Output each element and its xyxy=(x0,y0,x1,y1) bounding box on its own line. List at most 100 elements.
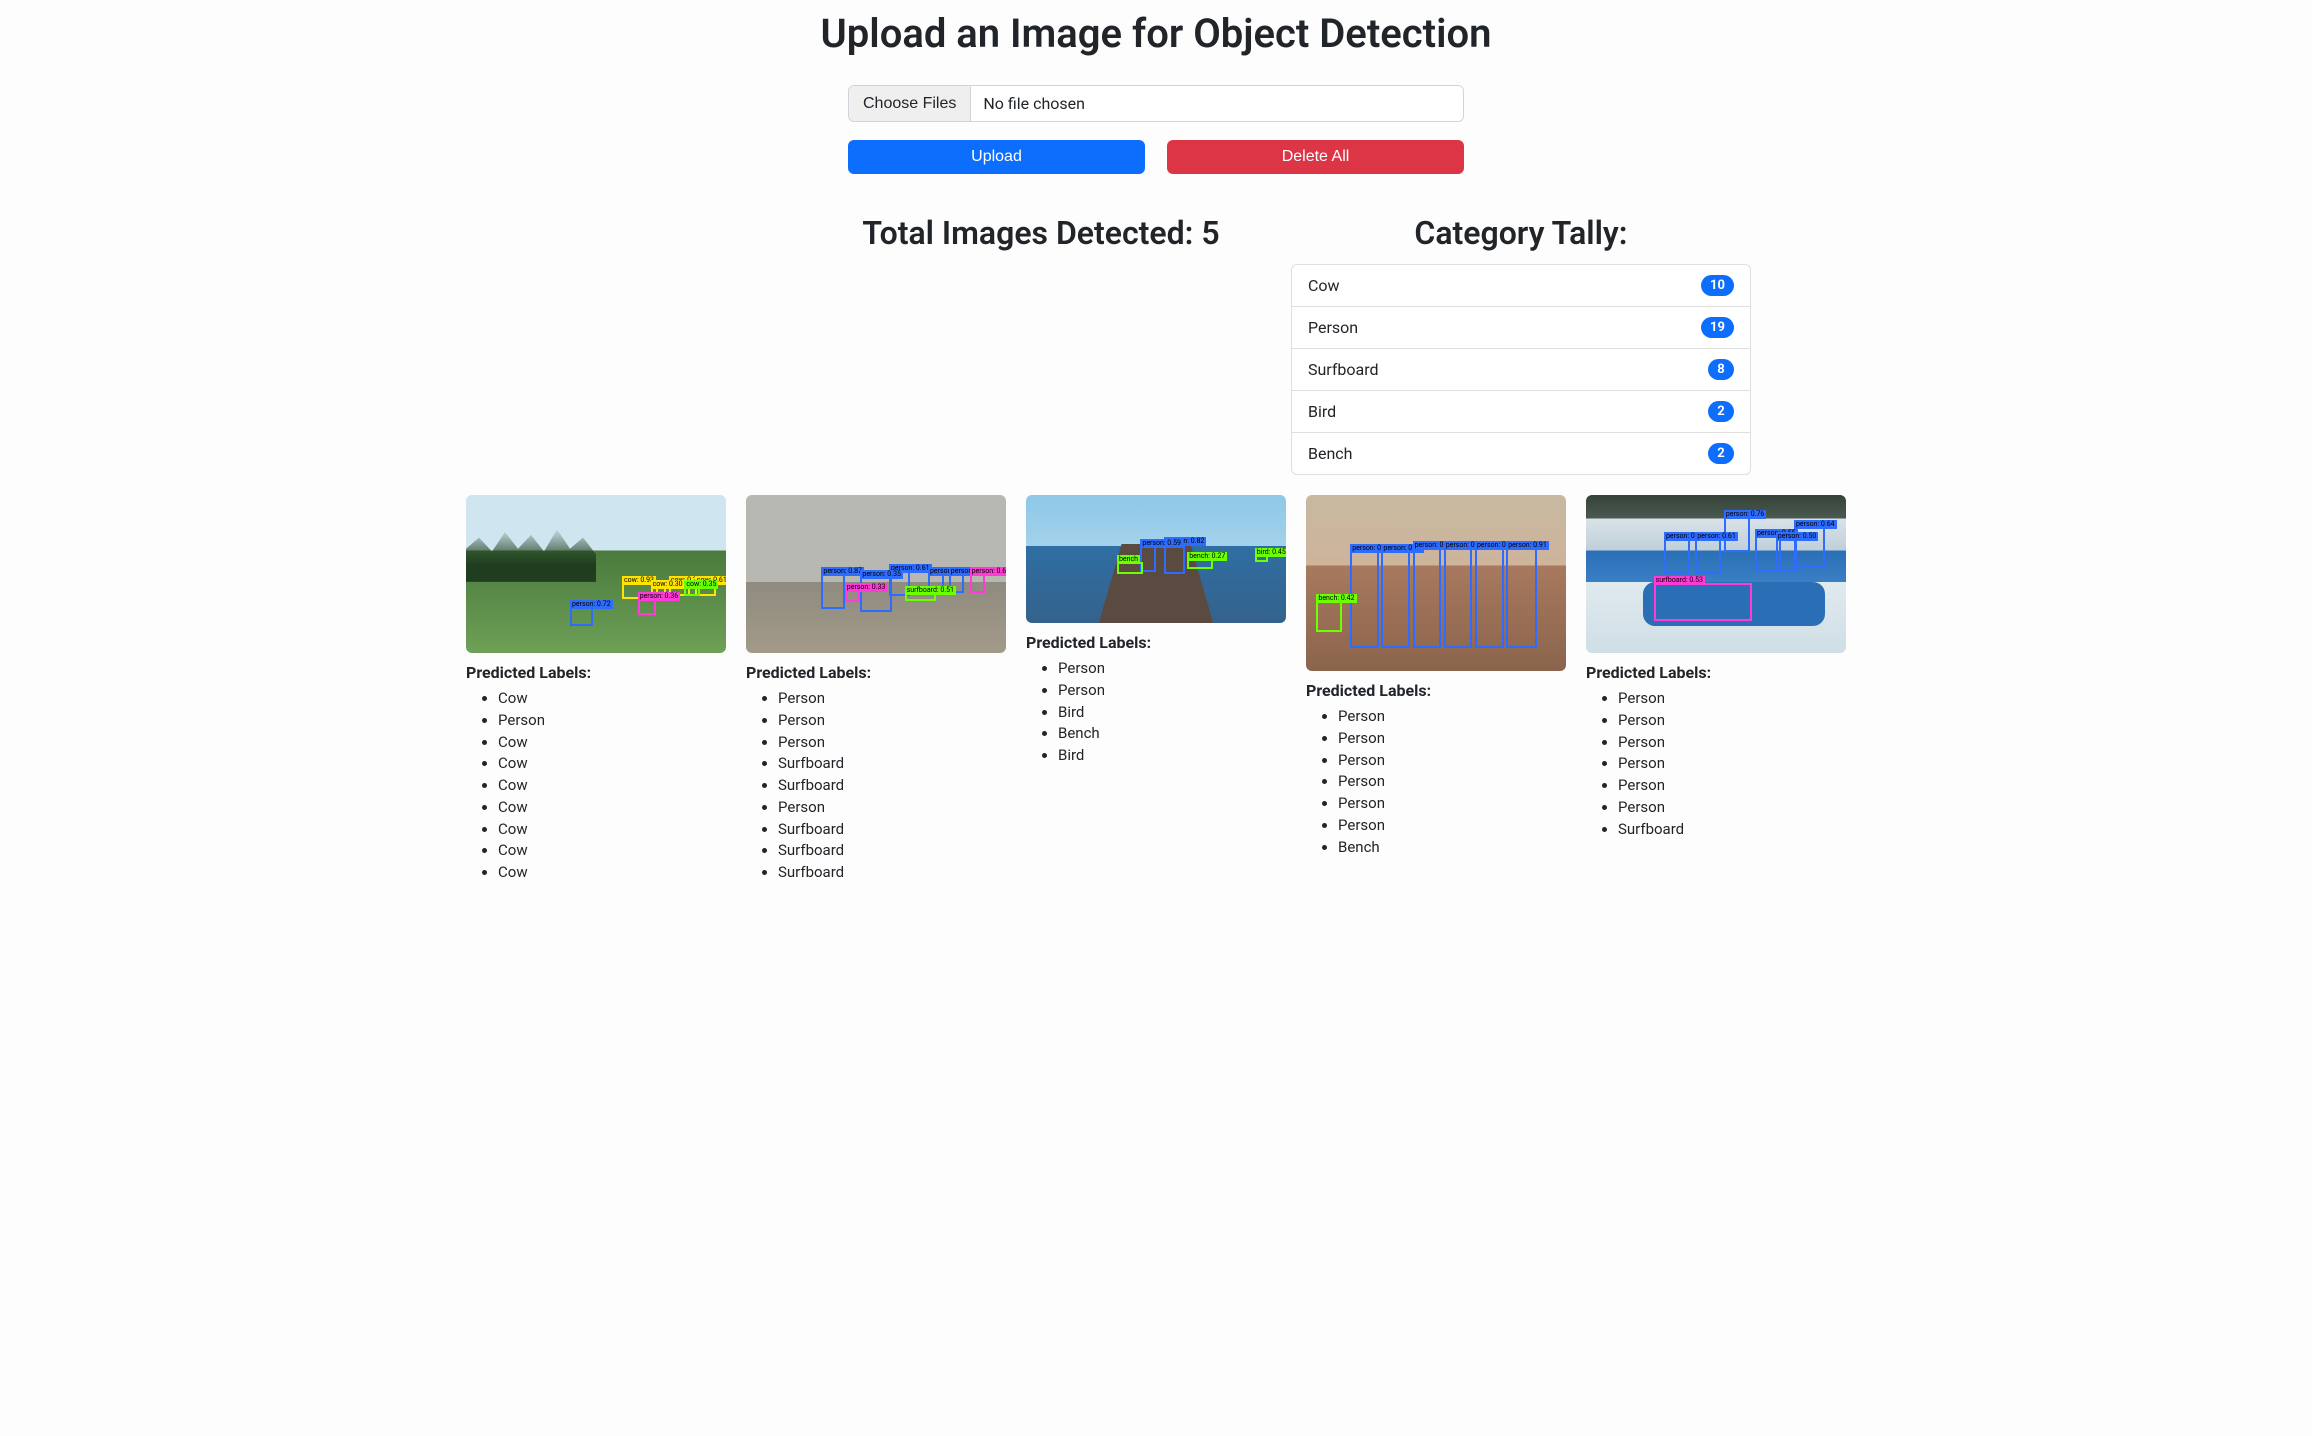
predicted-labels-list: CowPersonCowCowCowCowCowCowCow xyxy=(466,688,726,884)
tally-item-count: 8 xyxy=(1708,359,1734,380)
total-images-col: Total Images Detected: 5 xyxy=(811,214,1271,475)
result-card: person: 0.82person: 0.59 bird: 0.45 bench:… xyxy=(1026,495,1286,884)
tally-item-label: Person xyxy=(1308,318,1358,337)
detection-box: person: 0.61 xyxy=(1695,539,1721,574)
detection-box: bird: 0.45 xyxy=(1255,555,1268,561)
detection-box: person: 0.82 xyxy=(1381,551,1410,648)
detection-box: person: 0.85 xyxy=(1475,548,1504,648)
result-card: person: 0.84person: 0.82person: 0.89pers… xyxy=(1306,495,1566,884)
tally-item: Cow10 xyxy=(1292,265,1750,307)
predicted-labels-list: PersonPersonPersonPersonPersonPersonSurf… xyxy=(1586,688,1846,840)
detection-label: person: 0.61 xyxy=(1695,532,1738,541)
detection-label: person: 0.33 xyxy=(845,583,888,592)
detection-box: person: 0.82 xyxy=(1164,544,1185,575)
result-card-body: Predicted Labels:CowPersonCowCowCowCowCo… xyxy=(466,653,726,884)
predicted-labels-list: PersonPersonPersonSurfboardSurfboardPers… xyxy=(746,688,1006,884)
detection-label: person: 0.61 xyxy=(970,567,1006,576)
result-image: person: 0.87person: 0.61person: 0.35pers… xyxy=(746,495,1006,653)
detection-label: cow: 0.30 xyxy=(651,580,685,589)
choose-files-button[interactable]: Choose Files xyxy=(849,86,971,121)
detection-label: person: 0.59 xyxy=(1140,539,1183,548)
image-decor xyxy=(466,527,596,582)
detection-box: cow: 0.35 xyxy=(684,587,700,596)
predicted-label: Person xyxy=(1338,706,1566,728)
predicted-labels-heading: Predicted Labels: xyxy=(1586,663,1846,682)
detection-box: bench: 0.27 xyxy=(1187,559,1213,569)
result-card-body: Predicted Labels:PersonPersonPersonSurfb… xyxy=(746,653,1006,884)
detection-box: bench xyxy=(1117,562,1143,575)
category-tally-heading: Category Tally: xyxy=(1291,214,1751,252)
tally-item: Person 19 xyxy=(1292,307,1750,349)
predicted-label: Cow xyxy=(498,775,726,797)
detection-box: person: 0.61 xyxy=(970,574,986,593)
predicted-labels-heading: Predicted Labels: xyxy=(746,663,1006,682)
result-card-body: Predicted Labels: PersonPersonBirdBenchBi… xyxy=(1026,623,1286,767)
tally-item-count: 10 xyxy=(1701,275,1734,296)
predicted-label: Person xyxy=(498,710,726,732)
predicted-labels-list: PersonPersonBirdBenchBird xyxy=(1026,658,1286,767)
tally-item: Bird2 xyxy=(1292,391,1750,433)
predicted-label: Person xyxy=(1618,732,1846,754)
predicted-label: Person xyxy=(778,688,1006,710)
predicted-labels-heading: Predicted Labels: xyxy=(466,663,726,682)
detection-label: person: 0.91 xyxy=(1506,541,1549,550)
total-images-count: 5 xyxy=(1201,214,1219,252)
file-input[interactable]: Choose Files No file chosen xyxy=(848,85,1464,122)
detection-box: surfboard: 0.53 xyxy=(1654,583,1753,621)
predicted-label: Person xyxy=(1618,797,1846,819)
result-card: person: 0.87person: 0.61person: 0.35pers… xyxy=(746,495,1006,884)
upload-button[interactable]: Upload xyxy=(848,140,1145,174)
category-tally-col: Category Tally: Cow10Person19Surfboard8B… xyxy=(1291,214,1751,475)
predicted-labels-list: PersonPersonPersonPersonPersonPersonBenc… xyxy=(1306,706,1566,858)
detection-box: surfboard: 0.51 xyxy=(905,593,936,601)
action-buttons-row: Upload Delete All xyxy=(466,140,1846,174)
detection-label: person: 0.36 xyxy=(638,592,681,601)
result-card-body: Predicted Labels:PersonPersonPersonPerso… xyxy=(1306,671,1566,858)
result-image: cow: 0.93cow: 0.38cow: 0.30cow: 0.61cow:… xyxy=(466,495,726,653)
detection-box: person: 0.80 xyxy=(1444,548,1473,648)
predicted-label: Cow xyxy=(498,797,726,819)
tally-item: Surfboard8 xyxy=(1292,349,1750,391)
total-images-label: Total Images Detected: xyxy=(862,214,1201,252)
tally-item: Bench 2 xyxy=(1292,433,1750,474)
result-card: cow: 0.93cow: 0.38cow: 0.30cow: 0.61cow:… xyxy=(466,495,726,884)
detection-box: person: 0.91 xyxy=(1506,548,1537,648)
result-card: person: 0.76person: 0.64person: 0.48pers… xyxy=(1586,495,1846,884)
predicted-label: Surfboard xyxy=(778,862,1006,884)
predicted-label: Person xyxy=(1058,680,1286,702)
detection-label: surfboard: 0.51 xyxy=(905,586,956,595)
file-input-row: Choose Files No file chosen xyxy=(466,85,1846,122)
predicted-label: Cow xyxy=(498,862,726,884)
predicted-labels-heading: Predicted Labels: xyxy=(1026,633,1286,652)
predicted-label: Surfboard xyxy=(778,840,1006,862)
tally-item-label: Bird xyxy=(1308,402,1336,421)
predicted-label: Person xyxy=(1618,753,1846,775)
predicted-label: Cow xyxy=(498,732,726,754)
predicted-labels-heading: Predicted Labels: xyxy=(1306,681,1566,700)
predicted-label: Person xyxy=(1338,771,1566,793)
detection-box: person: 0.87 xyxy=(821,574,844,609)
tally-item-label: Bench xyxy=(1308,444,1352,463)
predicted-label: Cow xyxy=(498,840,726,862)
stats-row: Total Images Detected: 5 Category Tally:… xyxy=(466,214,1846,475)
detection-label: bird: 0.45 xyxy=(1255,548,1286,557)
detection-label: person: 0.50 xyxy=(1776,532,1819,541)
predicted-label: Surfboard xyxy=(778,819,1006,841)
detection-box: person: 0.72 xyxy=(570,607,593,626)
predicted-label: Person xyxy=(778,797,1006,819)
detection-box: bench: 0.42 xyxy=(1316,601,1342,633)
page-title: Upload an Image for Object Detection xyxy=(466,10,1846,57)
tally-item-count: 2 xyxy=(1708,443,1734,464)
detection-label: bench: 0.42 xyxy=(1316,594,1356,603)
total-images-heading: Total Images Detected: 5 xyxy=(811,214,1271,252)
predicted-label: Person xyxy=(1338,793,1566,815)
predicted-label: Bench xyxy=(1338,837,1566,859)
detection-box: person: 0.89 xyxy=(1413,548,1442,648)
detection-box: person: 0.50 xyxy=(1776,539,1797,571)
delete-all-button[interactable]: Delete All xyxy=(1167,140,1464,174)
predicted-label: Person xyxy=(778,732,1006,754)
predicted-label: Cow xyxy=(498,753,726,775)
detection-label: bench: 0.27 xyxy=(1187,552,1227,561)
tally-item-count: 19 xyxy=(1701,317,1734,338)
detection-label: person: 0.76 xyxy=(1724,510,1767,519)
